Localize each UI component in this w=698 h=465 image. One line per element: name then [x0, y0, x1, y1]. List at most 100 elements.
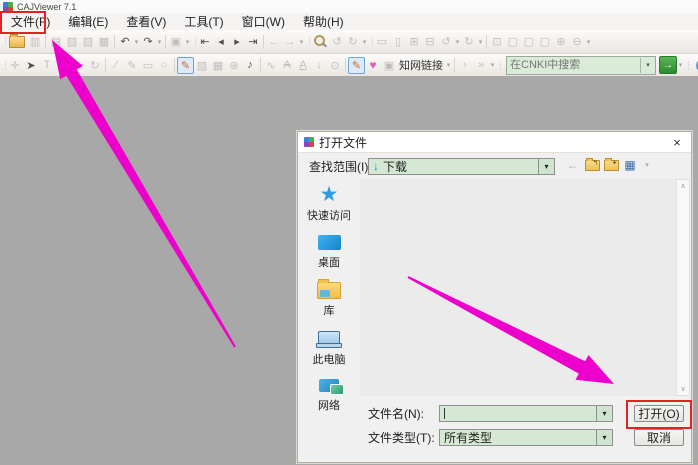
undo-dropdown-icon[interactable]: ▾ [133, 38, 140, 46]
properties-icon[interactable]: ▣ [168, 33, 184, 50]
toolbar-overflow-icon[interactable]: ▾ [298, 38, 305, 46]
more-tools2-icon[interactable]: » [473, 57, 489, 74]
save-icon[interactable]: ▥ [27, 33, 43, 50]
view-menu-icon[interactable]: ▦ [621, 156, 639, 174]
first-page-icon[interactable]: ⇤ [197, 33, 213, 50]
hand-tool-icon[interactable]: ✛ [7, 57, 23, 74]
scroll-up-icon[interactable]: ∧ [680, 180, 685, 192]
menu-file[interactable]: 文件(F) [2, 12, 59, 31]
toolbar-grip[interactable]: ⋮ [1, 36, 7, 47]
rotate-left-dropdown-icon[interactable]: ▾ [454, 38, 461, 46]
menu-tools[interactable]: 工具(T) [175, 12, 232, 31]
text-select-icon[interactable]: T [39, 57, 55, 74]
continuous-facing-icon[interactable]: ⊟ [422, 33, 438, 50]
ocr-icon[interactable]: ⊛ [226, 57, 242, 74]
rectangle-tool-icon[interactable]: ▭ [140, 57, 156, 74]
sidebar-item-quick-access[interactable]: ★ 快速访问 [307, 185, 351, 223]
open-file-icon[interactable] [9, 36, 25, 48]
sidebar-item-libraries[interactable]: 库 [317, 279, 341, 318]
facing-pages-icon[interactable]: ⊞ [406, 33, 422, 50]
back-view-icon[interactable]: ← [266, 33, 282, 50]
toolbar-grip[interactable]: ⋮ [496, 60, 502, 71]
toolbar-grip[interactable]: ⋮ [684, 60, 690, 71]
rotate-left-icon[interactable]: ↺ [438, 33, 454, 50]
stamp-icon[interactable]: ⊙ [327, 57, 343, 74]
cnki-search-input[interactable] [507, 59, 640, 71]
select-cursor-icon[interactable]: ➤ [23, 57, 39, 74]
single-page-icon[interactable]: ▭ [374, 33, 390, 50]
note-tool-icon[interactable]: ✎ [177, 57, 194, 74]
insert-arrow-icon[interactable]: ↓ [311, 57, 327, 74]
menu-help[interactable]: 帮助(H) [294, 12, 353, 31]
back-folder-icon[interactable]: ← [564, 156, 582, 174]
line-tool-icon[interactable]: ∕ [108, 57, 124, 74]
table-annotation-icon[interactable]: ▦ [210, 57, 226, 74]
image-annotation-icon[interactable]: ▨ [194, 57, 210, 74]
actual-size-icon[interactable]: ▢ [537, 33, 553, 50]
zoom-in-icon[interactable]: ⊕ [553, 33, 569, 50]
print-icon[interactable]: ▤ [48, 33, 64, 50]
zoom-marquee-icon[interactable]: ⊡ [489, 33, 505, 50]
previous-page-icon[interactable]: ◂ [213, 33, 229, 50]
print-preview-icon[interactable]: ▧ [64, 33, 80, 50]
underline-icon[interactable]: A [295, 57, 311, 74]
view-menu-dropdown-icon[interactable]: ▾ [638, 156, 656, 174]
next-page-icon[interactable]: ▸ [229, 33, 245, 50]
audio-note-icon[interactable]: ♪ [242, 57, 258, 74]
toolbar-overflow-icon[interactable]: ▾ [361, 38, 368, 46]
signature-icon[interactable]: ∿ [263, 57, 279, 74]
look-in-dropdown-icon[interactable]: ▾ [538, 159, 554, 174]
rotate-right-icon[interactable]: ↻ [461, 33, 477, 50]
redo-dropdown-icon[interactable]: ▾ [156, 38, 163, 46]
toolbar-overflow-icon[interactable]: ▾ [489, 61, 496, 69]
sidebar-item-desktop[interactable]: 桌面 [318, 232, 341, 270]
dialog-close-icon[interactable]: × [669, 135, 685, 150]
file-type-dropdown-icon[interactable]: ▾ [596, 430, 612, 445]
undo-icon[interactable]: ↶ [117, 33, 133, 50]
find-icon[interactable] [314, 35, 325, 46]
rotate-cw-icon[interactable]: ↻ [345, 33, 361, 50]
toolbar-overflow-icon[interactable]: ▾ [184, 38, 191, 46]
snapshot-icon[interactable]: ▱ [55, 57, 71, 74]
refresh-icon[interactable]: ↻ [87, 57, 103, 74]
toolbar-grip[interactable]: ⋮ [305, 36, 311, 47]
more-tools-icon[interactable]: › [457, 57, 473, 74]
search-dropdown-icon[interactable]: ▾ [640, 58, 655, 73]
rotate-ccw-icon[interactable]: ↺ [329, 33, 345, 50]
cnki-doc-icon[interactable]: ▣ [381, 57, 397, 74]
file-name-combobox[interactable]: ▾ [439, 405, 613, 422]
cnki-link-button[interactable]: 知网链接 [397, 57, 445, 73]
search-go-button[interactable]: → [659, 56, 677, 74]
strikethrough-icon[interactable]: A [279, 57, 295, 74]
cancel-button[interactable]: 取消 [634, 429, 684, 446]
fit-page-icon[interactable]: ▢ [521, 33, 537, 50]
file-list-scrollbar[interactable]: ∧ ∨ [676, 179, 690, 396]
area-select-icon[interactable]: ▰ [71, 57, 87, 74]
redo-icon[interactable]: ↷ [140, 33, 156, 50]
dialog-title-bar[interactable]: 打开文件 × [298, 132, 691, 153]
ellipse-tool-icon[interactable]: ○ [156, 57, 172, 74]
highlight-pen-icon[interactable]: ✎ [348, 57, 365, 74]
last-page-icon[interactable]: ⇥ [245, 33, 261, 50]
fit-width-icon[interactable]: ▢ [505, 33, 521, 50]
file-name-dropdown-icon[interactable]: ▾ [596, 406, 612, 421]
new-folder-icon[interactable]: ✦ [602, 156, 620, 174]
rotate-right-dropdown-icon[interactable]: ▾ [477, 38, 484, 46]
favorite-icon[interactable]: ♥ [365, 57, 381, 74]
up-one-level-icon[interactable]: ↰ [583, 156, 601, 174]
pencil-tool-icon[interactable]: ✎ [124, 57, 140, 74]
zoom-out-icon[interactable]: ⊖ [569, 33, 585, 50]
sidebar-item-this-pc[interactable]: 此电脑 [313, 327, 346, 367]
continuous-page-icon[interactable]: ▯ [390, 33, 406, 50]
file-list[interactable] [360, 179, 676, 396]
menu-view[interactable]: 查看(V) [117, 12, 175, 31]
copy-icon[interactable]: ▦ [96, 33, 112, 50]
forward-view-icon[interactable]: → [282, 33, 298, 50]
menu-edit[interactable]: 编辑(E) [59, 12, 117, 31]
open-button[interactable]: 打开(O) [634, 405, 684, 422]
toolbar-overflow-icon[interactable]: ▾ [585, 38, 592, 46]
scroll-down-icon[interactable]: ∨ [680, 383, 685, 395]
look-in-combobox[interactable]: ↓ 下载 ▾ [368, 158, 555, 175]
cnki-link-dropdown-icon[interactable]: ▾ [445, 61, 452, 69]
file-type-combobox[interactable]: 所有类型 ▾ [439, 429, 613, 446]
